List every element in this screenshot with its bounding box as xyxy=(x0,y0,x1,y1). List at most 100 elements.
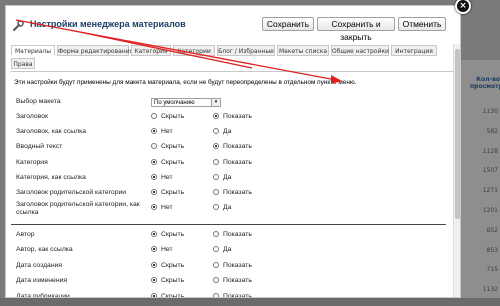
radio-option[interactable]: Да xyxy=(213,204,231,212)
section-divider xyxy=(11,224,446,225)
radio-option[interactable]: Показать xyxy=(213,159,252,167)
radio-button[interactable] xyxy=(151,231,157,237)
radio-label: Скрыть xyxy=(161,143,185,150)
radio-button[interactable] xyxy=(213,246,219,252)
radio-option[interactable]: Скрыть xyxy=(151,113,184,121)
chevron-down-icon: ▾ xyxy=(211,99,220,106)
setting-row: Дата изменения Скрыть Показать xyxy=(6,277,460,289)
radio-option[interactable]: Нет xyxy=(151,174,173,182)
radio-button[interactable] xyxy=(151,204,157,210)
radio-label: Скрыть xyxy=(161,262,185,269)
field-label: Выбор макета xyxy=(16,98,61,105)
radio-button[interactable] xyxy=(151,174,157,180)
modal-title: Настройки менеджера материалов xyxy=(30,19,186,29)
tab-edit-form[interactable]: Форма редактирования xyxy=(57,45,133,56)
radio-label: Скрыть xyxy=(161,189,185,196)
radio-option[interactable]: Да xyxy=(213,246,231,254)
field-label: Категория xyxy=(16,159,48,166)
field-label: Заголовок xyxy=(16,113,48,120)
radio-option[interactable]: Нет xyxy=(151,246,173,254)
view-count: 715 xyxy=(486,266,498,274)
radio-option[interactable]: Скрыть xyxy=(151,189,184,197)
radio-option[interactable]: Показать xyxy=(213,277,252,285)
radio-option[interactable]: Скрыть xyxy=(151,231,184,239)
tab-category[interactable]: Категория xyxy=(131,45,171,56)
radio-button[interactable] xyxy=(213,143,219,149)
radio-button[interactable] xyxy=(213,174,219,180)
radio-button[interactable] xyxy=(213,204,219,210)
radio-button[interactable] xyxy=(151,277,157,283)
tab-categories[interactable]: Категории xyxy=(173,45,215,56)
radio-label: Показать xyxy=(223,277,252,284)
setting-row: Заголовок, как ссылка Нет Да xyxy=(6,128,460,140)
layout-select[interactable]: По умолчанию ▾ xyxy=(151,98,221,107)
radio-button[interactable] xyxy=(151,159,157,165)
radio-button[interactable] xyxy=(151,143,157,149)
radio-button[interactable] xyxy=(213,262,219,268)
layout-row: Выбор макета По умолчанию ▾ xyxy=(6,98,460,110)
radio-button[interactable] xyxy=(151,262,157,268)
modal-scrollbar[interactable] xyxy=(453,44,460,297)
radio-option[interactable]: Показать xyxy=(213,293,252,297)
tab-articles[interactable]: Материалы xyxy=(11,45,55,56)
save-and-close-button[interactable]: Сохранить и закрыть xyxy=(317,17,395,42)
radio-option[interactable]: Скрыть xyxy=(151,143,184,151)
field-label: Дата публикации xyxy=(16,293,70,298)
settings-tabs: Материалы Форма редактирования Категория… xyxy=(11,45,457,71)
radio-option[interactable]: Показать xyxy=(213,113,252,121)
tab-general[interactable]: Общие настройки xyxy=(331,45,389,56)
tab-permissions[interactable]: Права xyxy=(11,58,35,69)
radio-option[interactable]: Показать xyxy=(213,189,252,197)
radio-option[interactable]: Нет xyxy=(151,204,173,212)
tab-list-layouts[interactable]: Макеты списка xyxy=(277,45,329,56)
radio-label: Да xyxy=(223,128,232,135)
field-label: Вводный текст xyxy=(16,143,63,150)
setting-row: Категория, как ссылка Нет Да xyxy=(6,174,460,186)
setting-row: Заголовок родительской категории Скрыть По… xyxy=(6,189,460,201)
radio-label: Да xyxy=(223,204,232,211)
radio-option[interactable]: Показать xyxy=(213,262,252,270)
radio-option[interactable]: Скрыть xyxy=(151,293,184,297)
radio-option[interactable]: Скрыть xyxy=(151,262,184,270)
view-count: 1130 xyxy=(482,108,498,115)
field-label: Дата создания xyxy=(16,262,63,269)
radio-button[interactable] xyxy=(151,246,157,252)
radio-label: Показать xyxy=(223,113,252,120)
save-button[interactable]: Сохранить xyxy=(262,17,314,31)
cancel-button[interactable]: Отменить xyxy=(398,17,446,31)
setting-row: Вводный текст Скрыть Показать xyxy=(6,143,460,155)
tabs-border xyxy=(11,71,457,72)
radio-button[interactable] xyxy=(213,128,219,134)
radio-option[interactable]: Показать xyxy=(213,143,252,151)
radio-label: Показать xyxy=(223,159,252,166)
scrollbar-thumb[interactable] xyxy=(455,49,460,219)
tab-integration[interactable]: Интеграция xyxy=(391,45,437,56)
radio-label: Скрыть xyxy=(161,159,185,166)
radio-button[interactable] xyxy=(213,113,219,119)
radio-button[interactable] xyxy=(213,293,219,297)
field-label: Дата изменения xyxy=(16,277,68,284)
radio-option[interactable]: Показать xyxy=(213,231,252,239)
radio-label: Скрыть xyxy=(161,113,185,120)
radio-option[interactable]: Нет xyxy=(151,128,173,136)
field-label: Заголовок, как ссылка xyxy=(16,128,87,135)
radio-option[interactable]: Да xyxy=(213,128,231,136)
radio-label: Нет xyxy=(161,246,173,253)
radio-button[interactable] xyxy=(151,293,157,297)
radio-button[interactable] xyxy=(213,159,219,165)
radio-button[interactable] xyxy=(151,189,157,195)
radio-button[interactable] xyxy=(213,231,219,237)
view-count: 1507 xyxy=(482,167,498,175)
radio-button[interactable] xyxy=(151,128,157,134)
tab-blog-featured[interactable]: Блог / Избранные xyxy=(217,45,275,56)
view-count: 853 xyxy=(486,246,498,254)
radio-button[interactable] xyxy=(213,189,219,195)
radio-option[interactable]: Скрыть xyxy=(151,277,184,285)
radio-label: Показать xyxy=(223,189,252,196)
radio-label: Показать xyxy=(223,262,252,269)
radio-option[interactable]: Скрыть xyxy=(151,159,184,167)
radio-button[interactable] xyxy=(213,277,219,283)
radio-label: Показать xyxy=(223,143,252,150)
radio-button[interactable] xyxy=(151,113,157,119)
radio-option[interactable]: Да xyxy=(213,174,231,182)
